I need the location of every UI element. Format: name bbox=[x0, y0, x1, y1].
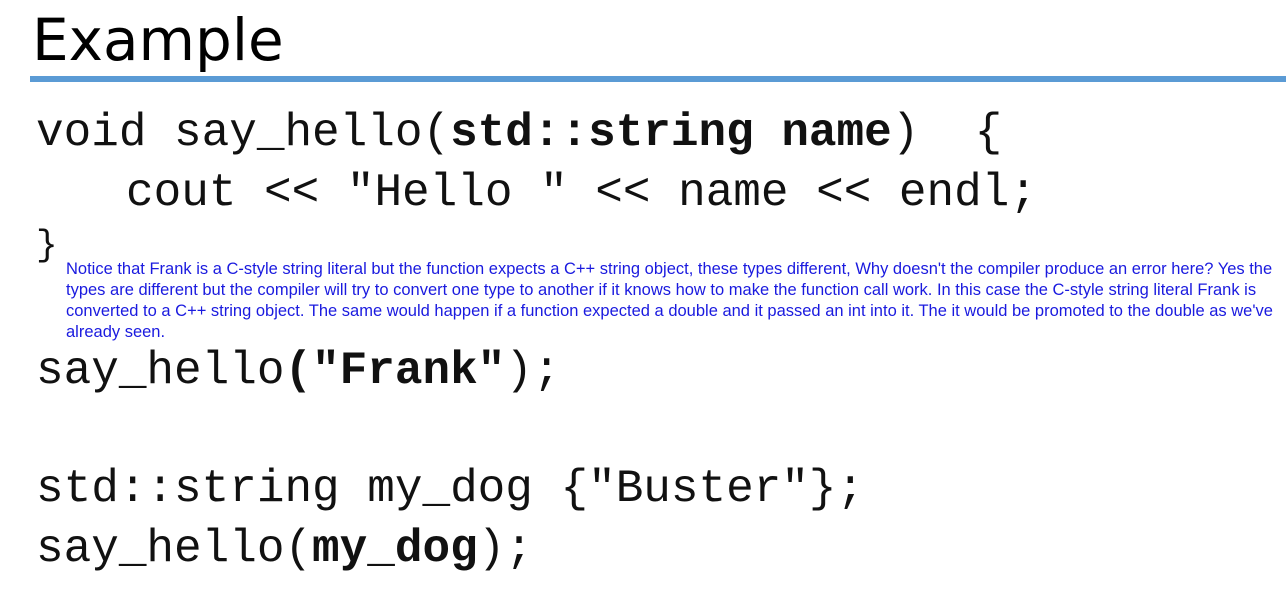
code-text: ); bbox=[505, 345, 561, 397]
code-text: void say_hello( bbox=[36, 107, 451, 159]
title-underline bbox=[30, 76, 1286, 82]
code-text: ); bbox=[477, 523, 533, 575]
slide: Example void say_hello(std::string name)… bbox=[0, 0, 1286, 606]
code-bold-argument: ("Frank" bbox=[284, 345, 506, 397]
code-line-cout: cout << "Hello " << name << endl; bbox=[126, 167, 1037, 219]
annotation-note: Notice that Frank is a C-style string li… bbox=[66, 260, 1273, 341]
code-line-closing-brace: } bbox=[36, 225, 58, 266]
code-text: say_hello( bbox=[36, 523, 313, 575]
code-text: ) { bbox=[891, 107, 1003, 159]
code-bold-parameter: std::string name bbox=[450, 107, 892, 159]
code-line-call-frank: say_hello("Frank"); bbox=[36, 344, 561, 398]
code-line-function-signature: void say_hello(std::string name) { bbox=[36, 106, 1002, 160]
code-line-declare-my-dog: std::string my_dog {"Buster"}; bbox=[36, 463, 865, 515]
code-bold-argument: my_dog bbox=[312, 523, 478, 575]
slide-title: Example bbox=[32, 6, 284, 74]
code-text: say_hello bbox=[36, 345, 285, 397]
code-line-call-my-dog: say_hello(my_dog); bbox=[36, 522, 533, 576]
